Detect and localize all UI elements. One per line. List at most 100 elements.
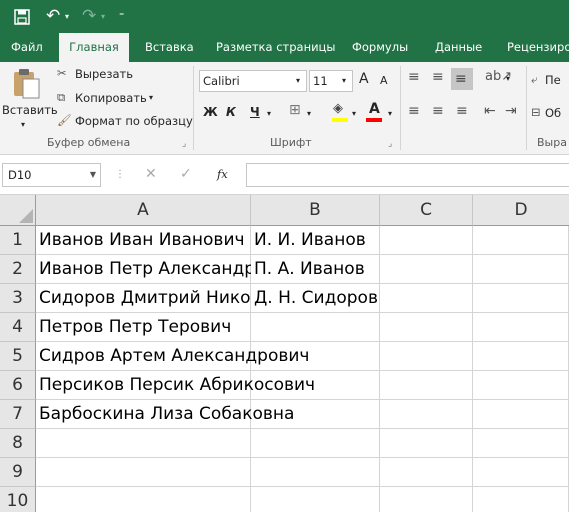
select-all-corner[interactable]	[0, 195, 36, 226]
shrink-font-button[interactable]: A	[380, 74, 388, 88]
underline-button[interactable]: Ч	[250, 105, 260, 119]
cell-c2[interactable]	[380, 255, 473, 284]
undo-dropdown-icon[interactable]: ▾	[65, 0, 69, 33]
row-header[interactable]: 9	[0, 458, 36, 487]
font-color-letter: A	[369, 101, 380, 117]
copy-button[interactable]: ⧉ Копировать ▾	[55, 89, 165, 107]
row-header[interactable]: 6	[0, 371, 36, 400]
cell-c1[interactable]	[380, 226, 473, 255]
row-header[interactable]: 4	[0, 313, 36, 342]
decrease-indent-icon[interactable]: ⇤	[484, 104, 496, 118]
align-center-icon[interactable]: ≡	[432, 104, 444, 118]
align-bottom-icon[interactable]: ≡	[451, 68, 473, 90]
format-painter-button[interactable]: 🖌 Формат по образцу	[55, 112, 193, 130]
cell-d3[interactable]	[473, 284, 569, 313]
cell-d2[interactable]	[473, 255, 569, 284]
copy-dropdown-icon[interactable]: ▾	[149, 91, 153, 105]
formula-input[interactable]	[246, 163, 569, 187]
undo-icon[interactable]: ↶	[46, 0, 60, 33]
align-middle-icon[interactable]: ≡	[432, 70, 444, 84]
column-header-a[interactable]: A	[36, 195, 251, 226]
row-header[interactable]: 10	[0, 487, 36, 512]
clipboard-launcher-icon[interactable]: ⌟	[182, 137, 186, 151]
grow-font-button[interactable]: A	[359, 72, 369, 86]
worksheet-grid: A B C D 1 Иванов Иван Иванович И. И. Ивано…	[0, 195, 569, 512]
paste-icon	[14, 69, 40, 99]
font-name-select[interactable]: Calibri ▾	[199, 70, 307, 92]
cell-text-a: Иванов Иван Иванович	[39, 230, 245, 250]
name-box[interactable]: D10 ▼	[2, 163, 101, 187]
row-header[interactable]: 1	[0, 226, 36, 255]
cell-c3[interactable]	[380, 284, 473, 313]
cell-text-b	[251, 342, 380, 371]
underline-dropdown-icon[interactable]: ▾	[267, 107, 271, 121]
align-top-icon[interactable]: ≡	[408, 70, 420, 84]
row-header[interactable]: 7	[0, 400, 36, 429]
wrap-text-label[interactable]: Пе	[545, 73, 561, 87]
align-right-icon[interactable]: ≡	[456, 104, 468, 118]
row-header[interactable]: 8	[0, 429, 36, 458]
row-header[interactable]: 2	[0, 255, 36, 284]
cell-text-b	[251, 458, 380, 487]
fill-color-button[interactable]: ◈	[332, 102, 350, 122]
orientation-dropdown-icon[interactable]: ▾	[506, 72, 510, 86]
copy-label: Копировать	[75, 91, 147, 105]
fill-color-dropdown-icon[interactable]: ▾	[352, 107, 356, 121]
font-size-select[interactable]: 11 ▾	[309, 70, 353, 92]
paste-button[interactable]: Вставить ▾	[2, 66, 58, 132]
separator	[526, 66, 527, 150]
name-box-value: D10	[8, 168, 32, 182]
bold-button[interactable]: Ж	[203, 105, 218, 119]
cut-label: Вырезать	[75, 67, 133, 81]
font-color-dropdown-icon[interactable]: ▾	[388, 107, 392, 121]
tab-home[interactable]: Главная	[59, 33, 129, 62]
copy-icon: ⧉	[57, 90, 66, 104]
tab-page-layout[interactable]: Разметка страницы	[216, 33, 335, 62]
column-header-d[interactable]: D	[473, 195, 569, 226]
tab-insert[interactable]: Вставка	[145, 33, 194, 62]
borders-icon[interactable]: ⊞	[289, 103, 301, 117]
resize-handle-icon[interactable]: ⋮	[115, 168, 125, 182]
cell-text-b	[251, 371, 380, 400]
insert-function-icon[interactable]: fx	[217, 167, 228, 181]
redo-dropdown-icon[interactable]: ▾	[101, 0, 105, 33]
chevron-down-icon: ▾	[296, 76, 301, 85]
merge-label[interactable]: Об	[545, 106, 561, 120]
tab-file[interactable]: Файл	[11, 33, 43, 62]
font-size-value: 11	[313, 74, 328, 88]
customize-toolbar-icon[interactable]: ⁼	[119, 0, 124, 33]
merge-icon[interactable]: ⊟	[531, 105, 541, 119]
separator	[193, 66, 194, 150]
paint-bucket-icon: ◈	[333, 101, 343, 116]
chevron-down-icon: ▼	[89, 170, 96, 179]
font-launcher-icon[interactable]: ⌟	[388, 137, 392, 151]
fill-color-swatch	[332, 118, 348, 122]
font-color-button[interactable]: A	[366, 102, 384, 122]
wrap-text-icon[interactable]: ⤶	[531, 72, 537, 86]
cancel-icon[interactable]: ✕	[145, 167, 157, 181]
cell-text-b	[251, 313, 380, 342]
align-left-icon[interactable]: ≡	[408, 104, 420, 118]
increase-indent-icon[interactable]: ⇥	[505, 104, 517, 118]
cell-text-b: Д. Н. Сидоров	[254, 288, 378, 308]
column-header-b[interactable]: B	[251, 195, 380, 226]
font-group-label: Шрифт	[270, 136, 312, 149]
redo-icon[interactable]: ↷	[82, 0, 96, 33]
cell-text-b: П. А. Иванов	[254, 259, 365, 279]
row-header[interactable]: 3	[0, 284, 36, 313]
italic-button[interactable]: К	[226, 105, 236, 119]
tab-data[interactable]: Данные	[435, 33, 482, 62]
cell-text-a: Сидоров Дмитрий Николаевич	[39, 288, 251, 308]
enter-icon[interactable]: ✓	[180, 167, 192, 181]
tab-formulas[interactable]: Формулы	[352, 33, 408, 62]
cut-button[interactable]: ✂ Вырезать	[55, 65, 175, 83]
separator	[400, 66, 401, 150]
column-header-c[interactable]: C	[380, 195, 473, 226]
borders-dropdown-icon[interactable]: ▾	[307, 107, 311, 121]
formula-bar: D10 ▼ ⋮ ✕ ✓ fx	[0, 155, 569, 195]
cell-text-b	[251, 400, 380, 429]
paste-dropdown-icon[interactable]: ▾	[21, 118, 25, 132]
row-header[interactable]: 5	[0, 342, 36, 371]
tab-review[interactable]: Рецензиров	[507, 33, 569, 62]
cell-d1[interactable]	[473, 226, 569, 255]
